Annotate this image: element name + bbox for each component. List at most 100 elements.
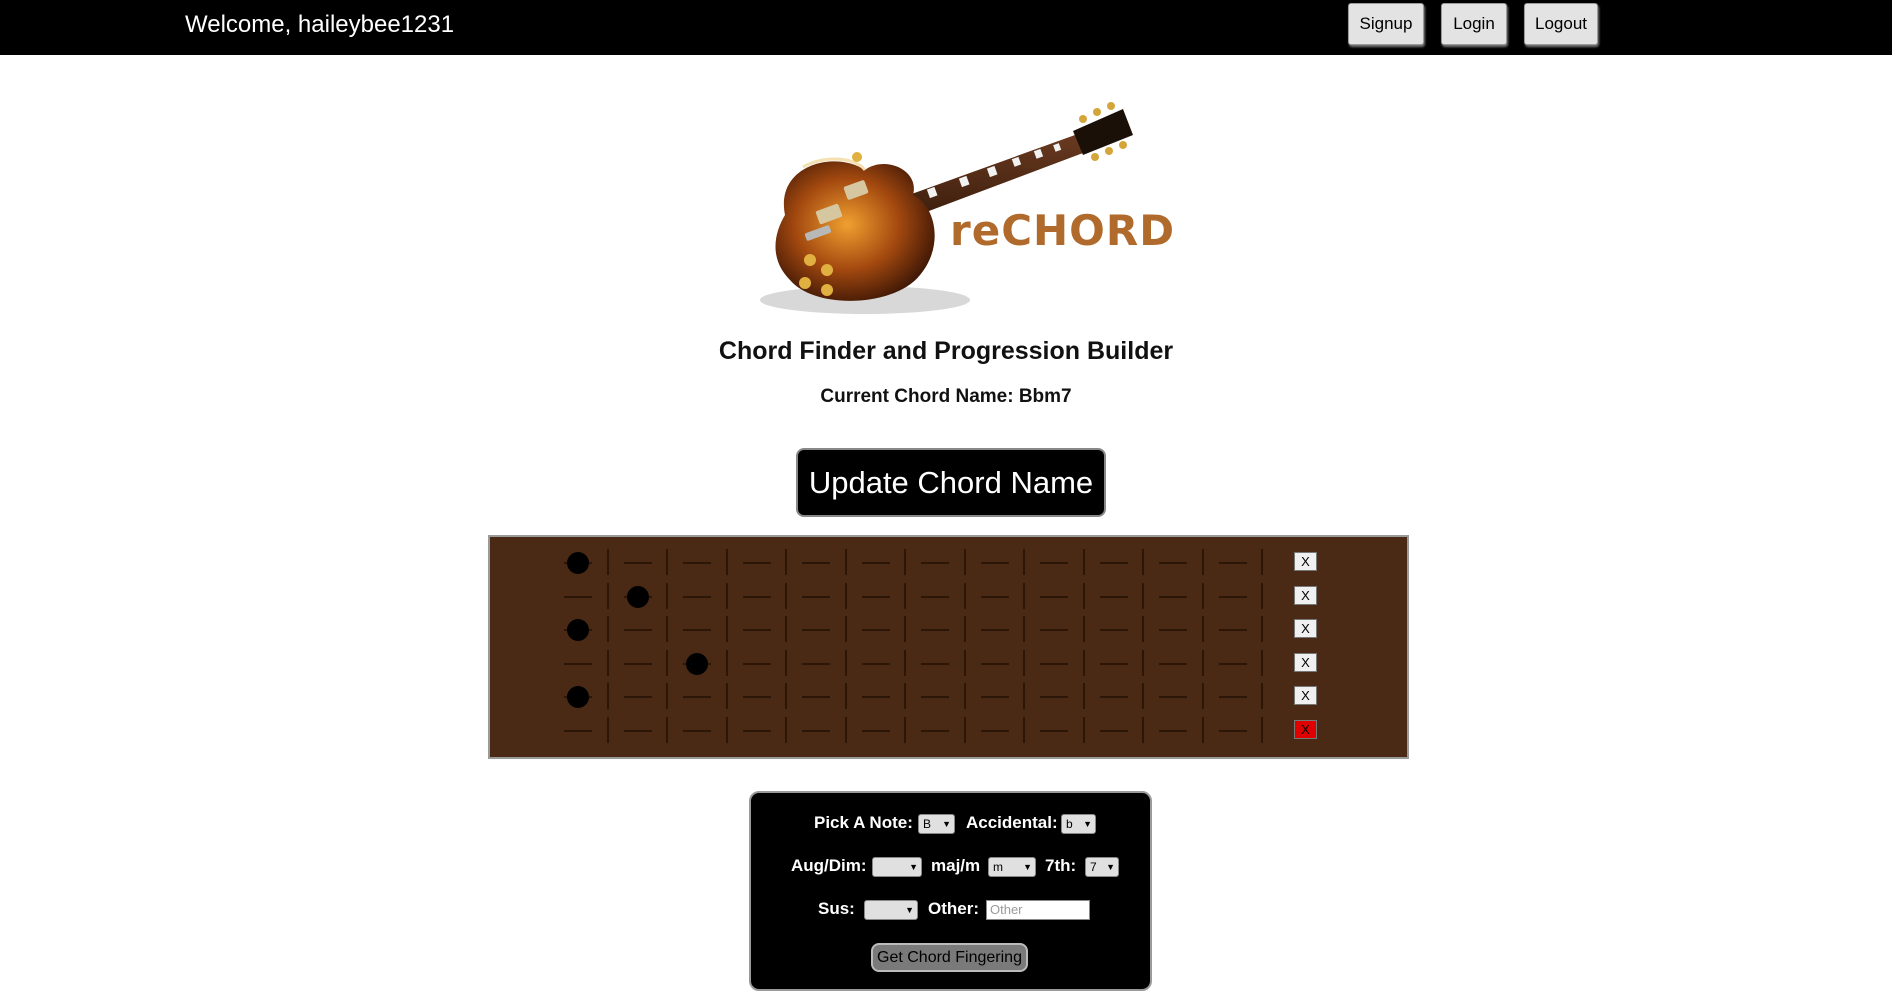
majm-select[interactable]: m ▼ (988, 857, 1036, 877)
fret-cell[interactable] (742, 562, 771, 564)
fret-cell[interactable] (1159, 696, 1187, 698)
fret-cell[interactable] (1159, 562, 1187, 564)
mute-string-button[interactable]: X (1294, 585, 1317, 605)
fret-cell[interactable] (1218, 729, 1247, 732)
get-chord-fingering-button[interactable]: Get Chord Fingering (871, 943, 1028, 972)
finger-position-dot[interactable] (626, 585, 649, 608)
fret-cell[interactable] (921, 595, 949, 598)
fret-cell[interactable] (802, 696, 830, 698)
fret-cell[interactable] (921, 662, 949, 665)
fret-cell[interactable] (683, 595, 711, 598)
fret-cell[interactable] (1218, 662, 1247, 665)
accidental-label: Accidental: (966, 813, 1058, 832)
fret-divider (785, 683, 788, 709)
fret-cell[interactable] (1099, 595, 1128, 598)
fret-divider (1082, 683, 1085, 709)
fret-cell[interactable] (1040, 662, 1068, 665)
fret-cell[interactable] (683, 696, 711, 698)
fret-divider (666, 616, 669, 642)
fret-cell[interactable] (921, 562, 949, 564)
fret-cell[interactable] (802, 629, 830, 631)
fret-cell[interactable] (1040, 629, 1068, 631)
mute-string-button[interactable]: X (1294, 719, 1317, 739)
finger-position-dot[interactable] (567, 552, 589, 574)
fret-cell[interactable] (1218, 629, 1247, 631)
finger-position-dot[interactable] (686, 652, 708, 675)
fret-cell[interactable] (1099, 662, 1128, 665)
fret-cell[interactable] (1218, 696, 1247, 698)
fret-cell[interactable] (1159, 595, 1187, 598)
fret-cell[interactable] (623, 562, 652, 564)
note-select[interactable]: B ▼ (918, 814, 955, 834)
finger-position-dot[interactable] (567, 686, 589, 708)
fret-cell[interactable] (623, 662, 652, 665)
update-chord-name-button[interactable]: Update Chord Name (796, 448, 1106, 517)
fret-divider (844, 549, 847, 575)
login-button[interactable]: Login (1441, 3, 1507, 45)
fret-cell[interactable] (742, 662, 771, 665)
fret-cell[interactable] (1159, 729, 1187, 732)
fret-cell[interactable] (623, 729, 652, 732)
sus-select[interactable]: ▼ (864, 900, 918, 920)
mute-string-button[interactable]: X (1294, 552, 1317, 571)
finger-position-dot[interactable] (567, 619, 589, 641)
fret-divider (1082, 716, 1085, 743)
fret-cell[interactable] (1040, 595, 1068, 598)
fret-cell[interactable] (683, 629, 711, 631)
logout-button[interactable]: Logout (1524, 3, 1598, 45)
fret-cell[interactable] (742, 629, 771, 631)
fret-cell[interactable] (802, 595, 830, 598)
fret-cell[interactable] (921, 629, 949, 631)
accidental-select[interactable]: b ▼ (1061, 814, 1096, 834)
fret-cell[interactable] (564, 729, 592, 732)
fret-cell[interactable] (564, 662, 592, 665)
sus-label: Sus: (818, 899, 855, 918)
mute-string-button[interactable]: X (1294, 619, 1317, 638)
fret-cell[interactable] (980, 629, 1009, 631)
fret-cell[interactable] (1159, 662, 1187, 665)
fret-cell[interactable] (861, 662, 890, 665)
fret-divider (904, 716, 907, 743)
fret-cell[interactable] (861, 696, 890, 698)
fret-cell[interactable] (683, 562, 711, 564)
fret-cell[interactable] (564, 595, 592, 598)
fret-cell[interactable] (1099, 696, 1128, 698)
fret-cell[interactable] (1099, 562, 1128, 564)
fret-cell[interactable] (1099, 629, 1128, 631)
fret-cell[interactable] (742, 595, 771, 598)
fret-cell[interactable] (1040, 729, 1068, 732)
seventh-select[interactable]: 7 ▼ (1085, 857, 1119, 877)
fret-cell[interactable] (980, 662, 1009, 665)
fret-cell[interactable] (861, 729, 890, 732)
fret-cell[interactable] (861, 595, 890, 598)
fret-cell[interactable] (1159, 629, 1187, 631)
fret-cell[interactable] (980, 595, 1009, 598)
fret-cell[interactable] (1040, 562, 1068, 564)
fret-cell[interactable] (1099, 729, 1128, 732)
fret-cell[interactable] (742, 729, 771, 732)
fret-cell[interactable] (980, 729, 1009, 732)
augdim-select[interactable]: ▼ (872, 857, 922, 877)
fret-cell[interactable] (802, 662, 830, 665)
fret-cell[interactable] (802, 562, 830, 564)
fret-cell[interactable] (921, 696, 949, 698)
mute-string-button[interactable]: X (1294, 652, 1317, 672)
fret-cell[interactable] (921, 729, 949, 732)
fret-cell[interactable] (802, 729, 830, 732)
fret-cell[interactable] (623, 696, 652, 698)
fret-cell[interactable] (980, 696, 1009, 698)
fret-cell[interactable] (1040, 696, 1068, 698)
fret-cell[interactable] (1218, 562, 1247, 564)
other-input[interactable]: Other (986, 900, 1090, 920)
fret-cell[interactable] (861, 629, 890, 631)
fret-cell[interactable] (1218, 595, 1247, 598)
fret-divider (904, 549, 907, 575)
fret-cell[interactable] (980, 562, 1009, 564)
fret-cell[interactable] (683, 729, 711, 732)
fret-cell[interactable] (742, 696, 771, 698)
fret-divider (725, 716, 728, 743)
fret-cell[interactable] (861, 562, 890, 564)
fret-cell[interactable] (623, 629, 652, 631)
mute-string-button[interactable]: X (1294, 686, 1317, 705)
signup-button[interactable]: Signup (1348, 3, 1424, 45)
